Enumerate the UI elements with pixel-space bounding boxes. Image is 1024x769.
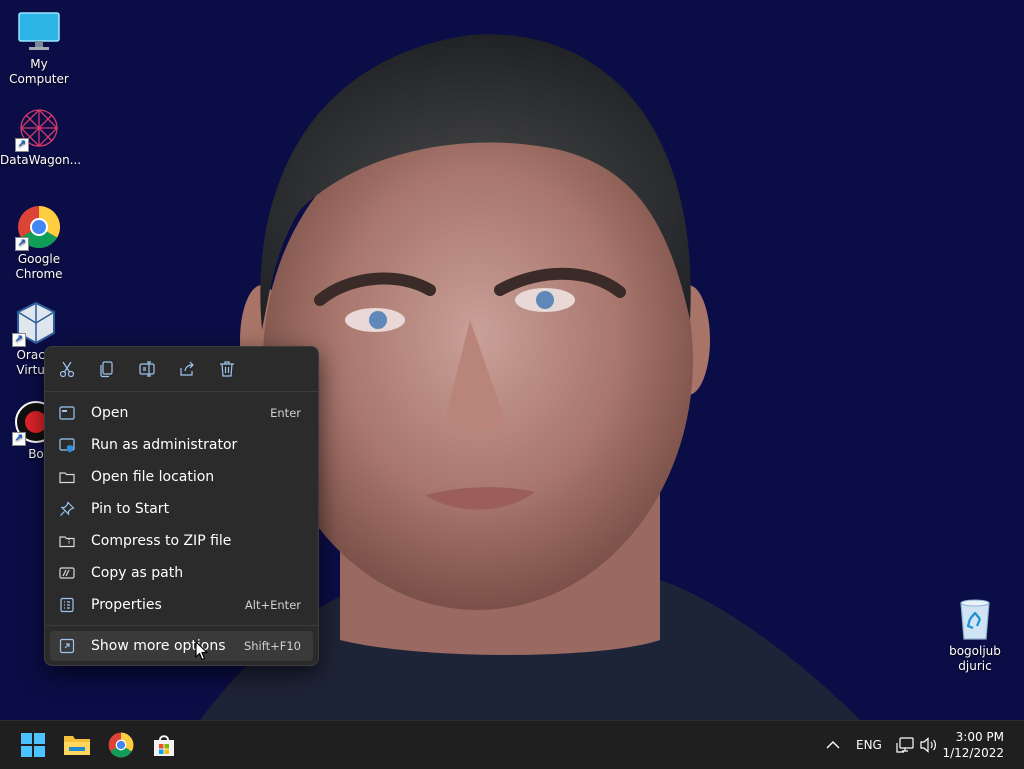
menu-item-label: Show more options [91,638,226,654]
shortcut-arrow-icon: ↗ [15,138,29,152]
chevron-up-icon[interactable] [819,730,847,760]
menu-item-shortcut: Alt+Enter [244,598,301,612]
desktop-icon-label: Google Chrome [15,252,63,281]
desktop-icon-datawagon[interactable]: ↗ DataWagon... [0,106,82,168]
menu-item-compress-to-zip[interactable]: Compress to ZIP file [50,526,313,556]
menu-item-run-as-administrator[interactable]: Run as administrator [50,430,313,460]
menu-item-label: Open [91,405,129,421]
more-options-icon [58,637,76,655]
menu-item-pin-to-start[interactable]: Pin to Start [50,494,313,524]
pin-icon [58,500,76,518]
taskbar-clock[interactable]: 3:00 PM 1/12/2022 [942,729,1004,761]
monitor-icon [17,10,61,54]
network-icon[interactable] [893,730,917,760]
menu-item-label: Run as administrator [91,437,238,453]
datawagon-icon: ↗ [15,106,61,152]
open-icon [58,404,76,422]
folder-icon [58,468,76,486]
shortcut-arrow-icon: ↗ [15,237,29,251]
copy-icon[interactable] [97,359,117,379]
volume-icon[interactable] [917,730,941,760]
menu-item-copy-as-path[interactable]: Copy as path [50,558,313,588]
rename-icon[interactable] [137,359,157,379]
menu-item-label: Open file location [91,469,215,485]
menu-item-shortcut: Enter [270,406,301,420]
menu-item-show-more-options[interactable]: Show more options Shift+F10 [50,631,313,661]
clock-time: 3:00 PM [955,730,1004,744]
chrome-icon[interactable] [106,730,136,760]
language-indicator[interactable]: ENG [856,738,882,752]
desktop-icon-recycle-bin[interactable]: bogoljub djuric [936,597,1014,674]
desktop-icon-label: Bo [28,447,44,461]
taskbar: ENG 3:00 PM 1/12/2022 [0,720,1024,769]
menu-item-label: Copy as path [91,565,184,581]
share-icon[interactable] [177,359,197,379]
store-icon[interactable] [149,730,179,760]
clock-date: 1/12/2022 [942,746,1004,760]
shortcut-arrow-icon: ↗ [12,333,26,347]
path-icon [58,564,76,582]
desktop-icon-label: My Computer [9,57,69,86]
recycle-bin-icon [953,597,997,641]
shield-icon [58,436,76,454]
menu-item-open[interactable]: Open Enter [50,398,313,428]
delete-icon[interactable] [217,359,237,379]
zip-icon [58,532,76,550]
shortcut-arrow-icon: ↗ [12,432,26,446]
virtualbox-icon: ↗ [12,301,58,347]
file-explorer-icon[interactable] [62,730,92,760]
menu-item-label: Pin to Start [91,501,170,517]
menu-item-open-file-location[interactable]: Open file location [50,462,313,492]
menu-separator [45,625,318,626]
properties-icon [58,596,76,614]
menu-item-label: Properties [91,597,162,613]
cut-icon[interactable] [57,359,77,379]
menu-item-properties[interactable]: Properties Alt+Enter [50,590,313,620]
desktop-icon-label: bogoljub djuric [949,644,1001,673]
chrome-icon: ↗ [15,205,61,251]
desktop-icon-label: DataWagon... [0,153,82,167]
context-menu: Open Enter Run as administrator Open fil… [44,346,319,666]
context-menu-toolbar [45,347,318,392]
mouse-cursor-icon [195,641,208,661]
menu-item-label: Compress to ZIP file [91,533,232,549]
desktop-icon-google-chrome[interactable]: ↗ Google Chrome [0,205,78,282]
desktop-icon-my-computer[interactable]: My Computer [0,10,78,87]
menu-item-shortcut: Shift+F10 [243,639,301,653]
start-icon[interactable] [18,730,48,760]
